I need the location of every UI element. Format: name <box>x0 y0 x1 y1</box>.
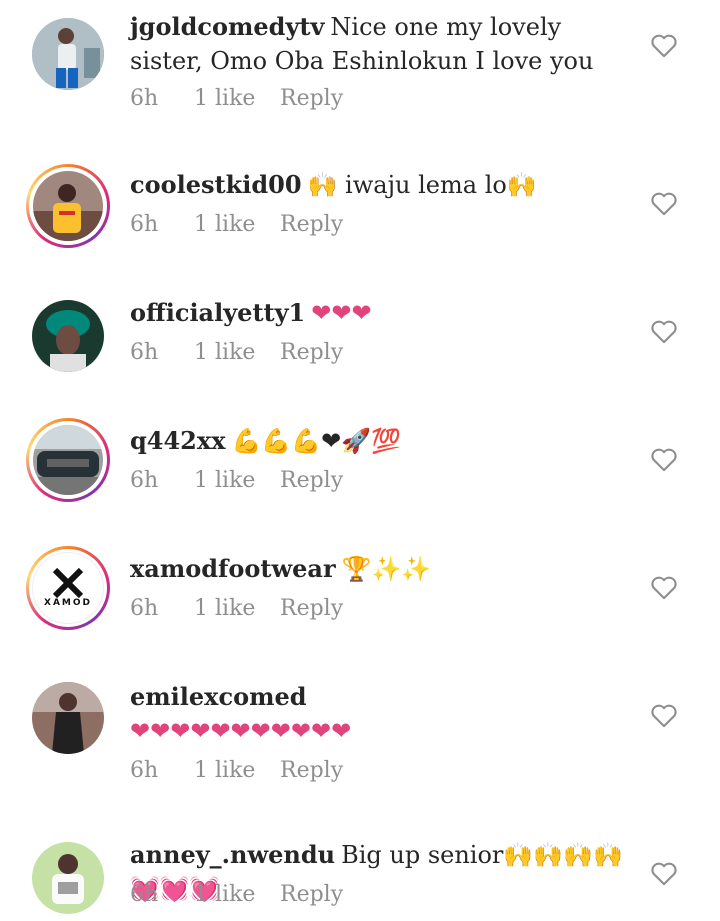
comment-likes[interactable]: 1 like <box>194 758 280 783</box>
heart-icon[interactable] <box>650 860 678 886</box>
avatar[interactable] <box>26 164 110 248</box>
comment-username[interactable]: jgoldcomedytv <box>130 12 324 41</box>
comment-likes[interactable]: 1 like <box>194 212 280 237</box>
comment-time: 6h <box>130 882 159 907</box>
heart-icon[interactable] <box>650 190 678 216</box>
comment-username[interactable]: officialyetty1 <box>130 298 305 327</box>
comment-time: 6h <box>130 468 159 493</box>
comment-body: 🙌 iwaju lema lo🙌 <box>307 171 537 199</box>
avatar[interactable] <box>26 836 110 920</box>
heart-icon[interactable] <box>650 32 678 58</box>
comment-text: coolestkid00 🙌 iwaju lema lo🙌 <box>130 168 630 202</box>
comment-meta: 6h 1 like Reply <box>130 468 343 493</box>
comment-text: jgoldcomedytv Nice one my lovely sister, … <box>130 10 630 78</box>
heart-icon[interactable] <box>650 446 678 472</box>
comment-username[interactable]: anney_.nwendu <box>130 840 335 869</box>
reply-button[interactable]: Reply <box>280 882 343 907</box>
comment-username[interactable]: q442xx <box>130 426 226 455</box>
avatar[interactable] <box>26 12 110 96</box>
comment-meta: 6h 1 like Reply <box>130 340 343 365</box>
comment-text: emilexcomed ❤❤❤❤❤❤❤❤❤❤❤ <box>130 680 630 748</box>
comment-time: 6h <box>130 596 159 621</box>
comment-likes[interactable]: 1 like <box>194 86 280 111</box>
comment-likes[interactable]: 1 like <box>194 596 280 621</box>
comment-likes[interactable]: 1 like <box>194 340 280 365</box>
avatar[interactable] <box>26 294 110 378</box>
comment-body: 🏆✨✨ <box>341 555 432 583</box>
avatar[interactable] <box>26 418 110 502</box>
comment-username[interactable]: xamodfootwear <box>130 554 336 583</box>
reply-button[interactable]: Reply <box>280 340 343 365</box>
comment-meta: 6h 1 like Reply <box>130 86 343 111</box>
xamod-logo-icon <box>52 568 84 598</box>
reply-button[interactable]: Reply <box>280 758 343 783</box>
comment-time: 6h <box>130 340 159 365</box>
comment-time: 6h <box>130 212 159 237</box>
comment-body: ❤❤❤ <box>311 299 372 327</box>
comment-time: 6h <box>130 758 159 783</box>
heart-icon[interactable] <box>650 318 678 344</box>
reply-button[interactable]: Reply <box>280 86 343 111</box>
comment-time: 6h <box>130 86 159 111</box>
comment-text: q442xx 💪💪💪❤🚀💯 <box>130 424 630 458</box>
reply-button[interactable]: Reply <box>280 468 343 493</box>
comment-likes[interactable]: 1 like <box>194 468 280 493</box>
comment-meta: 6h 1 like Reply <box>130 212 343 237</box>
comment-text: officialyetty1 ❤❤❤ <box>130 296 630 330</box>
avatar[interactable]: XAMOD <box>26 546 110 630</box>
comment-likes[interactable]: 1 like <box>194 882 280 907</box>
comment-username[interactable]: emilexcomed <box>130 682 307 711</box>
comment-meta: 6h 1 like Reply <box>130 596 343 621</box>
comment-body: 💪💪💪❤🚀💯 <box>231 427 402 455</box>
reply-button[interactable]: Reply <box>280 212 343 237</box>
xamod-logo-text: XAMOD <box>44 598 92 608</box>
comment-username[interactable]: coolestkid00 <box>130 170 302 199</box>
reply-button[interactable]: Reply <box>280 596 343 621</box>
heart-icon[interactable] <box>650 574 678 600</box>
heart-icon[interactable] <box>650 702 678 728</box>
comment-body: ❤❤❤❤❤❤❤❤❤❤❤ <box>130 717 352 745</box>
comment-meta: 6h 1 like Reply <box>130 758 343 783</box>
comment-meta: 6h 1 like Reply <box>130 882 343 907</box>
avatar[interactable] <box>26 676 110 760</box>
comment-text: xamodfootwear 🏆✨✨ <box>130 552 630 586</box>
